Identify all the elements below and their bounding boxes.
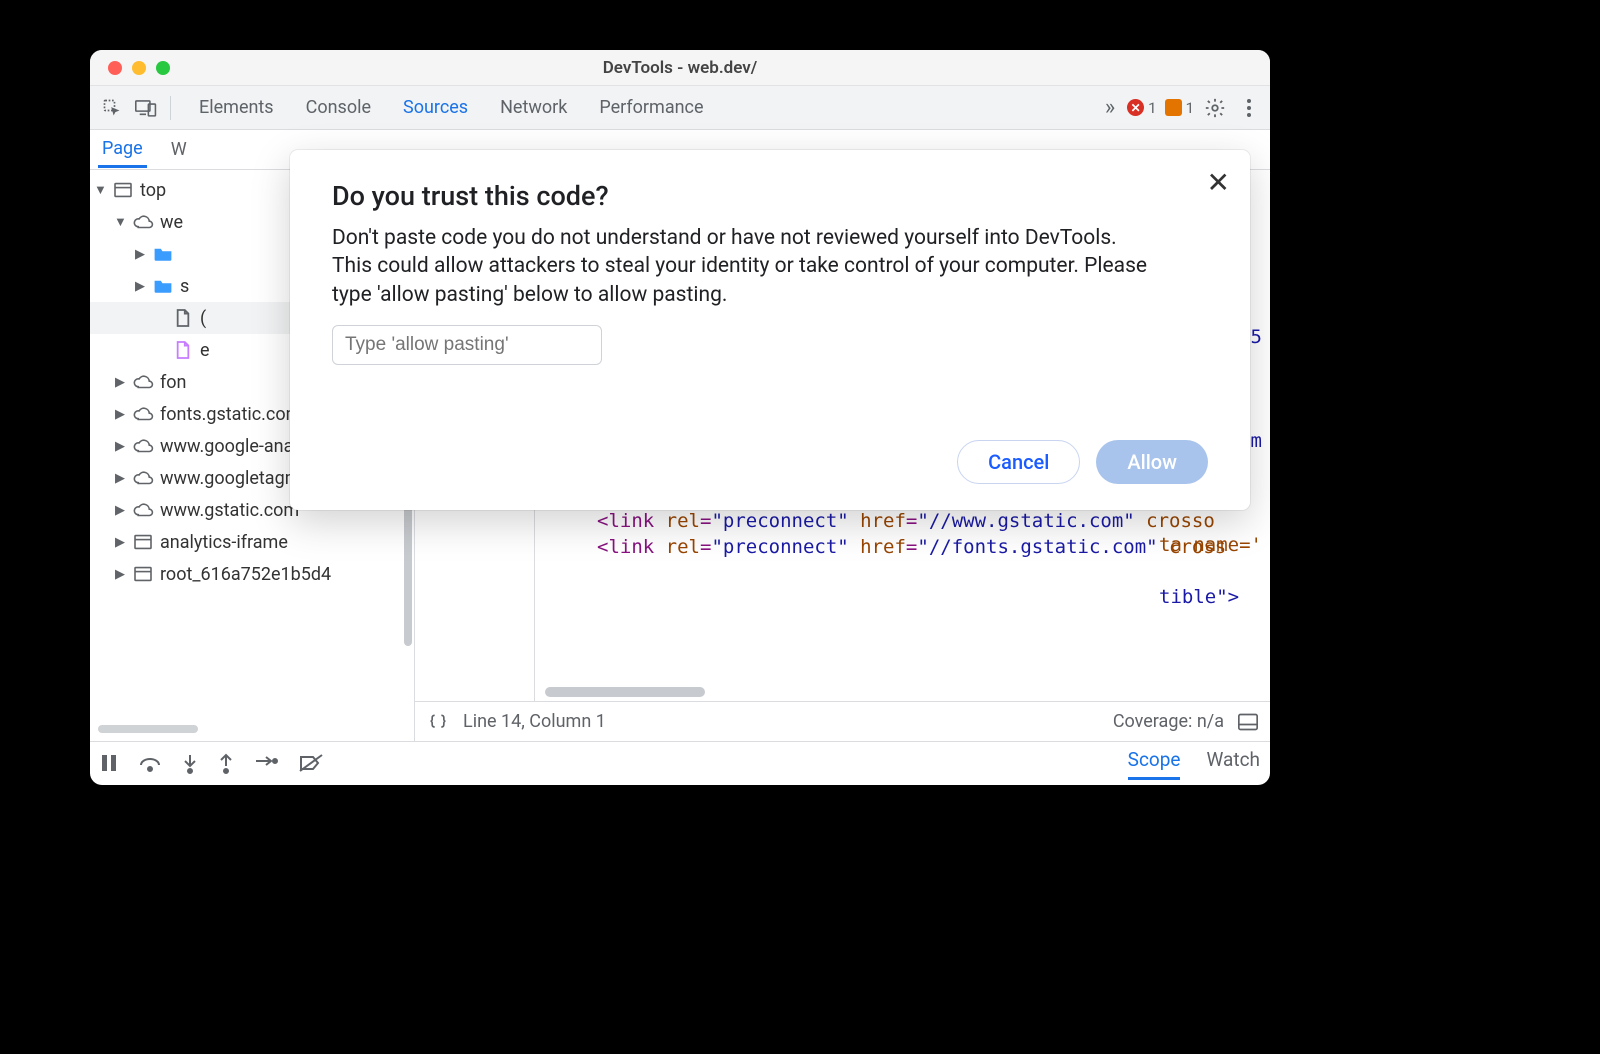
code-fragment: ta name=': [1159, 534, 1262, 556]
frame-icon: [132, 566, 154, 582]
error-dot-icon: ✕: [1127, 99, 1144, 116]
deactivate-breakpoints-icon[interactable]: [298, 753, 324, 775]
folder-icon: [152, 278, 174, 294]
subtab-page[interactable]: Page: [98, 132, 147, 168]
tree-item[interactable]: ▶ analytics-iframe: [90, 526, 414, 558]
settings-gear-icon[interactable]: [1202, 97, 1228, 119]
devtools-window: DevTools - web.dev/ ElementsConsoleSourc…: [90, 50, 1270, 785]
tree-item-label: root_616a752e1b5d4: [160, 564, 331, 585]
editor-statusbar: Line 14, Column 1 Coverage: n/a: [415, 701, 1270, 741]
tab-watch[interactable]: Watch: [1206, 748, 1260, 780]
kebab-menu-icon[interactable]: [1236, 98, 1262, 118]
subtab-workspace[interactable]: W: [167, 133, 191, 166]
panel-tab-elements[interactable]: Elements: [185, 89, 288, 126]
cloud-icon: [132, 438, 154, 454]
tree-expander-icon[interactable]: ▶: [114, 471, 126, 486]
cancel-button[interactable]: Cancel: [957, 440, 1080, 484]
pause-icon[interactable]: [100, 753, 118, 775]
tree-expander-icon[interactable]: ▶: [134, 247, 146, 262]
dialog-close-icon[interactable]: ✕: [1207, 166, 1230, 199]
titlebar: DevTools - web.dev/: [90, 50, 1270, 86]
tree-expander-icon[interactable]: ▶: [134, 279, 146, 294]
error-count: 1: [1148, 99, 1156, 117]
panel-tab-network[interactable]: Network: [486, 89, 581, 126]
dialog-heading: Do you trust this code?: [332, 180, 1208, 212]
code-horizontal-scrollbar[interactable]: [545, 687, 705, 697]
tree-item-label: e: [200, 340, 210, 361]
dialog-body: Don't paste code you do not understand o…: [332, 224, 1152, 309]
tree-item-label: (: [200, 308, 206, 329]
tree-item-label: www.gstatic.com: [160, 500, 299, 521]
tree-expander-icon[interactable]: ▶: [114, 375, 126, 390]
file-icon: [172, 308, 194, 328]
cloud-icon: [132, 502, 154, 518]
cloud-icon: [132, 406, 154, 422]
sidebar-horizontal-scrollbar[interactable]: [98, 725, 198, 733]
window-minimize-icon[interactable]: [132, 61, 146, 75]
warning-dot-icon: [1165, 99, 1182, 116]
file-m-icon: [172, 340, 194, 360]
panel-tab-console[interactable]: Console: [292, 89, 385, 126]
cloud-icon: [132, 470, 154, 486]
cloud-icon: [132, 374, 154, 390]
tab-scope[interactable]: Scope: [1128, 748, 1181, 780]
step-icon[interactable]: [254, 753, 278, 775]
window-title: DevTools - web.dev/: [90, 58, 1270, 78]
tree-expander-icon[interactable]: ▼: [114, 214, 126, 230]
panel-tabs: ElementsConsoleSourcesNetworkPerformance: [185, 89, 1093, 126]
cloud-icon: [132, 214, 154, 230]
trust-code-dialog: ✕ Do you trust this code? Don't paste co…: [290, 150, 1250, 510]
device-toggle-icon[interactable]: [132, 94, 160, 122]
tree-item-label: fon: [160, 372, 186, 393]
tree-expander-icon[interactable]: ▶: [114, 407, 126, 422]
code-fragment: tible">: [1159, 586, 1239, 608]
tree-item-label: analytics-iframe: [160, 532, 288, 553]
coverage-label: Coverage: n/a: [1113, 711, 1224, 732]
panel-tabstrip: ElementsConsoleSourcesNetworkPerformance…: [90, 86, 1270, 130]
tree-item-label: s: [180, 276, 189, 297]
window-close-icon[interactable]: [108, 61, 122, 75]
inspect-element-icon[interactable]: [98, 94, 126, 122]
allow-pasting-input[interactable]: [332, 325, 602, 365]
tree-expander-icon[interactable]: ▶: [114, 503, 126, 518]
tree-item-label: top: [140, 180, 166, 201]
folder-icon: [152, 246, 174, 262]
more-tabs-chevron-icon[interactable]: »: [1099, 95, 1121, 120]
error-count-badge[interactable]: ✕ 1: [1127, 99, 1156, 117]
tree-expander-icon[interactable]: ▶: [114, 535, 126, 550]
warning-count: 1: [1186, 99, 1194, 117]
traffic-lights: [108, 61, 170, 75]
tree-expander-icon[interactable]: ▶: [114, 567, 126, 582]
step-into-icon[interactable]: [182, 753, 198, 775]
window-zoom-icon[interactable]: [156, 61, 170, 75]
tree-expander-icon[interactable]: ▶: [114, 439, 126, 454]
frame-icon: [112, 182, 134, 198]
braces-icon[interactable]: [427, 712, 449, 732]
tree-item-label: we: [160, 212, 183, 233]
panel-tab-performance[interactable]: Performance: [585, 89, 717, 126]
tree-item-label: fonts.gstatic.com: [160, 404, 301, 425]
tree-item[interactable]: ▶ root_616a752e1b5d4: [90, 558, 414, 590]
panel-tab-sources[interactable]: Sources: [389, 89, 482, 126]
debugger-toolbar: Scope Watch: [90, 741, 1270, 785]
frame-icon: [132, 534, 154, 550]
panel-layout-icon[interactable]: [1238, 713, 1258, 731]
separator: [170, 96, 171, 120]
tree-expander-icon[interactable]: ▼: [94, 182, 106, 198]
step-out-icon[interactable]: [218, 753, 234, 775]
step-over-icon[interactable]: [138, 753, 162, 775]
cursor-position: Line 14, Column 1: [463, 711, 606, 732]
allow-button[interactable]: Allow: [1096, 440, 1208, 484]
warning-count-badge[interactable]: 1: [1165, 99, 1194, 117]
